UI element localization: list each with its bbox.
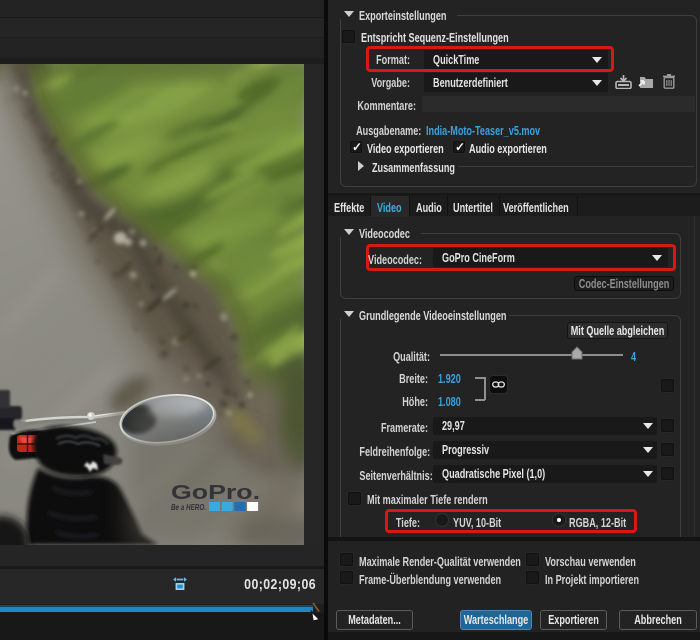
svg-text:GoPro.: GoPro. — [171, 482, 260, 504]
svg-text:Be a HERO.: Be a HERO. — [171, 503, 206, 512]
